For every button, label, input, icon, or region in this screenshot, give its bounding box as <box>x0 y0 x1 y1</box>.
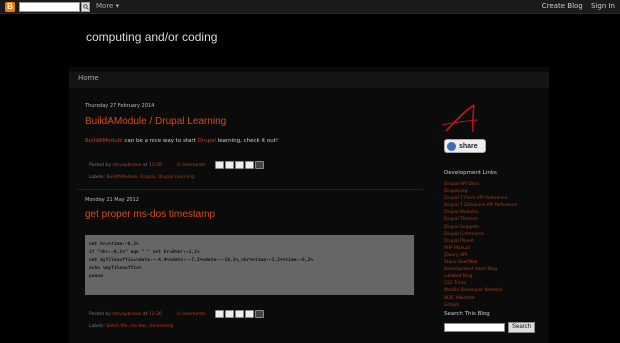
share-icon <box>447 142 456 151</box>
dev-link[interactable]: CSS Tricks <box>444 280 517 287</box>
post-footer: Posted by stevepbrown at 13:08 0 comment… <box>89 163 205 168</box>
create-blog-link[interactable]: Create Blog <box>542 2 583 10</box>
dev-link[interactable]: Drupal 7 Database API Reference <box>444 202 517 209</box>
search-icon <box>83 4 89 10</box>
posted-by-label: Posted by <box>89 312 113 317</box>
dev-link[interactable]: W3C Validator <box>444 295 517 302</box>
navbar-more-menu[interactable]: More ▾ <box>96 2 119 10</box>
dev-link[interactable]: Stack Overflow <box>444 259 517 266</box>
dev-link[interactable]: Drupal Snippets <box>444 224 517 231</box>
post-date: Thursday 27 February 2014 <box>85 103 155 109</box>
code-line: echo %myfilesuffix% <box>89 266 142 271</box>
post-body: BuildAModule can be a nice way to start … <box>85 138 278 144</box>
blogger-navbar: B More ▾ Create Blog Sign In <box>0 0 620 14</box>
posted-by-label: Posted by <box>89 163 113 168</box>
timestamp-link[interactable]: 12:36 <box>149 312 162 317</box>
dev-link[interactable]: jQuery API <box>444 252 517 259</box>
author-link[interactable]: stevepbrown <box>112 312 141 317</box>
post-body-text: learning, check it out! <box>215 138 279 144</box>
post-date: Monday 21 May 2012 <box>85 197 139 203</box>
dev-link[interactable]: Drupal.org <box>444 188 517 195</box>
timestamp-link[interactable]: 13:08 <box>149 163 162 168</box>
email-share-icon[interactable] <box>215 310 224 318</box>
post-labels: Labels: batch file, ms-dos, timestamp <box>89 324 174 329</box>
post-title[interactable]: get proper ms-dos timestamp <box>85 209 215 220</box>
dev-link[interactable]: Mozilla Developer Network <box>444 287 517 294</box>
twitter-share-icon[interactable] <box>235 161 244 169</box>
blogthis-share-icon[interactable] <box>225 161 234 169</box>
author-link[interactable]: stevepbrown <box>112 163 141 168</box>
labels-links[interactable]: batch file, ms-dos, timestamp <box>106 324 173 329</box>
email-share-icon[interactable] <box>215 161 224 169</box>
dev-link[interactable]: Drupal 7 Form API Reference <box>444 195 517 202</box>
facebook-share-icon[interactable] <box>245 310 254 318</box>
comments-link[interactable]: 0 comments <box>177 163 205 168</box>
navbar-search-button[interactable] <box>81 2 90 12</box>
sign-in-link[interactable]: Sign In <box>591 2 615 10</box>
post-title[interactable]: BuildAModule / Drupal Learning <box>85 116 226 127</box>
pinterest-share-icon[interactable] <box>255 310 264 318</box>
buildamodule-link[interactable]: BuildAModule <box>85 138 123 144</box>
dev-link[interactable]: Drupal Planet <box>444 238 517 245</box>
comments-link[interactable]: 0 comments <box>177 312 205 317</box>
dev-link[interactable]: Drupal Commerce <box>444 231 517 238</box>
tab-home[interactable]: Home <box>78 74 99 82</box>
dev-link[interactable]: PHP Manual <box>444 245 517 252</box>
labels-prefix: Labels: <box>89 324 107 329</box>
blog-search-input[interactable] <box>444 323 505 332</box>
dev-link[interactable]: GitHub <box>444 302 517 309</box>
navbar-search-input[interactable] <box>19 2 80 12</box>
at-label: at <box>141 312 149 317</box>
dev-link[interactable]: Lullabot Blog <box>444 273 517 280</box>
dev-links-heading: Development Links <box>444 170 497 176</box>
code-line: set myfilesuffix=%date:~-4,4%%date:~-7,2… <box>89 258 314 263</box>
share-widget-button[interactable]: share <box>444 139 486 153</box>
dev-link[interactable]: Drupal Modules <box>444 209 517 216</box>
pinterest-share-icon[interactable] <box>255 161 264 169</box>
a-logo-icon <box>441 104 479 133</box>
post-labels: Labels: BuildAModule, Drupal, Drupal Lea… <box>89 175 194 180</box>
tabs-bar <box>69 72 549 88</box>
post-footer: Posted by stevepbrown at 12:36 0 comment… <box>89 312 205 317</box>
dev-links-list: Drupal API Docs Drupal.org Drupal 7 Form… <box>444 181 517 309</box>
blog-title[interactable]: computing and/or coding <box>86 30 217 44</box>
twitter-share-icon[interactable] <box>235 310 244 318</box>
at-label: at <box>141 163 149 168</box>
labels-prefix: Labels: <box>89 175 107 180</box>
share-buttons <box>215 310 264 318</box>
drupal-link[interactable]: Drupal <box>198 138 216 144</box>
blogthis-share-icon[interactable] <box>225 310 234 318</box>
code-line: set hr=%time:~0,2% <box>89 242 139 247</box>
blogger-logo-icon[interactable]: B <box>5 2 15 12</box>
post-body-text: can be a nice way to start <box>122 138 198 144</box>
share-buttons <box>215 161 264 169</box>
code-block: set hr=%time:~0,2% if "%hr:~0,1%" equ " … <box>85 235 414 295</box>
post-divider <box>78 189 423 190</box>
dev-link[interactable]: Drupal Themes <box>444 216 517 223</box>
code-line: if "%hr:~0,1%" equ " " set hr=0%hr:~1,1% <box>89 250 200 255</box>
dev-link[interactable]: Drupal API Docs <box>444 181 517 188</box>
dev-link[interactable]: Development Seed Blog <box>444 266 517 273</box>
labels-links[interactable]: BuildAModule, Drupal, Drupal Learning <box>106 175 194 180</box>
code-line: pause <box>89 274 103 279</box>
facebook-share-icon[interactable] <box>245 161 254 169</box>
blog-search-button[interactable]: Search <box>508 322 535 333</box>
search-heading: Search This Blog <box>444 311 490 317</box>
share-label: share <box>459 143 478 150</box>
